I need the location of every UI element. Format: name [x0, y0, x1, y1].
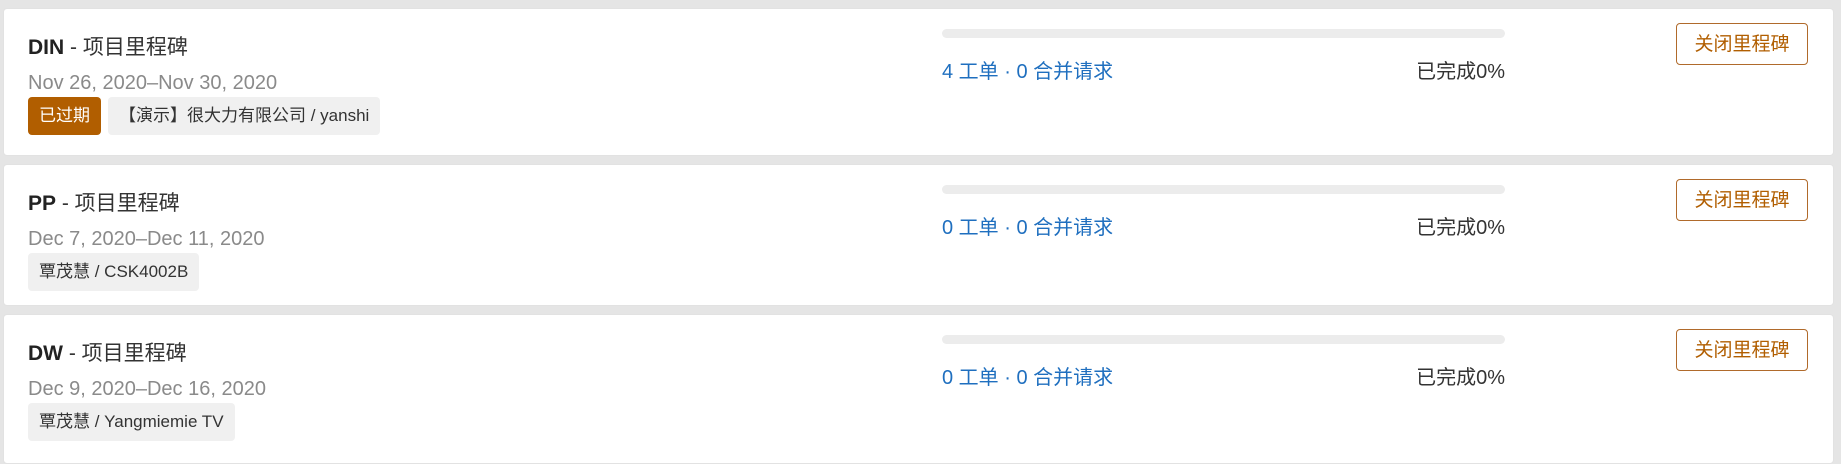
close-milestone-button[interactable]: 关闭里程碑 [1676, 23, 1808, 65]
milestone-badges: 覃茂慧 / Yangmiemie TV [28, 403, 235, 441]
milestone-list: DIN - 项目里程碑 Nov 26, 2020–Nov 30, 2020 已过… [0, 0, 1841, 464]
expired-badge: 已过期 [28, 97, 101, 135]
milestone-dates: Dec 7, 2020–Dec 11, 2020 [28, 228, 265, 250]
milestone-code[interactable]: DIN [28, 36, 64, 59]
milestone-row: DIN - 项目里程碑 Nov 26, 2020–Nov 30, 2020 已过… [3, 8, 1834, 156]
completion-percent: 已完成0% [1416, 367, 1505, 389]
milestone-row: PP - 项目里程碑 Dec 7, 2020–Dec 11, 2020 覃茂慧 … [3, 164, 1834, 306]
milestone-title[interactable]: PP - 项目里程碑 [28, 187, 180, 217]
progress-bar [942, 335, 1505, 344]
milestone-dates: Nov 26, 2020–Nov 30, 2020 [28, 72, 278, 94]
milestone-type: - 项目里程碑 [63, 342, 187, 365]
progress-bar [942, 29, 1505, 38]
milestone-badges: 覃茂慧 / CSK4002B [28, 253, 200, 291]
completion-percent: 已完成0% [1416, 61, 1505, 83]
milestone-type: - 项目里程碑 [56, 192, 180, 215]
milestone-title[interactable]: DW - 项目里程碑 [28, 337, 187, 367]
completion-percent: 已完成0% [1416, 217, 1505, 239]
milestone-row: DW - 项目里程碑 Dec 9, 2020–Dec 16, 2020 覃茂慧 … [3, 314, 1834, 464]
issues-mrs-link[interactable]: 0 工单 · 0 合并请求 [942, 211, 1113, 240]
milestone-dates: Dec 9, 2020–Dec 16, 2020 [28, 378, 266, 400]
close-milestone-button[interactable]: 关闭里程碑 [1676, 179, 1808, 221]
milestone-code[interactable]: PP [28, 192, 56, 215]
project-badge[interactable]: 【演示】很大力有限公司 / yanshi [108, 97, 381, 135]
project-badge[interactable]: 覃茂慧 / CSK4002B [28, 253, 200, 291]
progress-bar [942, 185, 1505, 194]
milestone-badges: 已过期 【演示】很大力有限公司 / yanshi [28, 97, 381, 135]
issues-mrs-link[interactable]: 4 工单 · 0 合并请求 [942, 55, 1113, 84]
issues-mrs-link[interactable]: 0 工单 · 0 合并请求 [942, 361, 1113, 390]
milestone-type: - 项目里程碑 [64, 36, 188, 59]
milestone-title[interactable]: DIN - 项目里程碑 [28, 31, 188, 61]
close-milestone-button[interactable]: 关闭里程碑 [1676, 329, 1808, 371]
project-badge[interactable]: 覃茂慧 / Yangmiemie TV [28, 403, 235, 441]
milestone-code[interactable]: DW [28, 342, 63, 365]
